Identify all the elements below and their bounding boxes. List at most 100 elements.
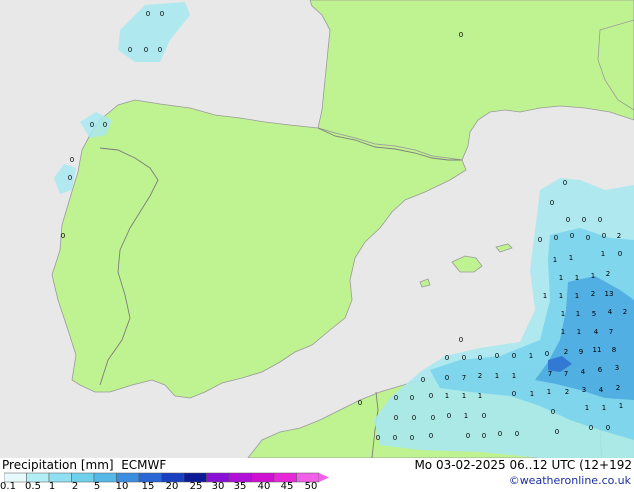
point-value: 0 <box>429 392 433 400</box>
point-value: 3 <box>582 386 586 394</box>
point-value: 0 <box>478 354 482 362</box>
point-value: 1 <box>478 392 482 400</box>
point-value: 2 <box>591 290 595 298</box>
point-value: 0 <box>498 430 502 438</box>
point-value: 5 <box>592 310 596 318</box>
legend-tick-label: 50 <box>304 481 318 492</box>
point-value: 0 <box>376 434 380 442</box>
point-value: 0 <box>144 46 148 54</box>
point-value: 6 <box>598 366 603 374</box>
legend-tick-label: 0.5 <box>25 481 41 492</box>
map-footer: Precipitation [mm] ECMWF Mo 03-02-2025 0… <box>0 458 634 492</box>
point-value: 2 <box>623 308 627 316</box>
point-value: 1 <box>553 256 557 264</box>
point-value: 0 <box>602 232 606 240</box>
point-value: 0 <box>445 374 449 382</box>
point-value: 1 <box>561 310 565 318</box>
point-value: 2 <box>616 384 620 392</box>
point-value: 0 <box>410 434 414 442</box>
legend-tick-label: 5 <box>93 481 101 492</box>
point-value: 8 <box>612 346 616 354</box>
point-value: 0 <box>512 390 516 398</box>
point-value: 1 <box>585 404 589 412</box>
point-value: 0 <box>429 432 433 440</box>
point-value: 0 <box>538 236 542 244</box>
legend-tick-label: 45 <box>280 481 294 492</box>
point-value: 1 <box>530 390 534 398</box>
point-value: 4 <box>594 328 599 336</box>
point-value: 0 <box>482 412 486 420</box>
point-value: 1 <box>559 292 563 300</box>
legend-tick-label: 0.1 <box>0 481 16 492</box>
point-value: 7 <box>462 374 466 382</box>
legend-tick-label: 10 <box>115 481 129 492</box>
point-value: 0 <box>103 121 107 129</box>
point-value: 1 <box>619 402 623 410</box>
legend-tick-label: 20 <box>165 481 179 492</box>
point-value: 4 <box>581 368 586 376</box>
point-value: 0 <box>550 199 554 207</box>
point-value: 0 <box>606 424 610 432</box>
point-value: 1 <box>575 274 579 282</box>
point-value: 1 <box>561 328 565 336</box>
point-value: 0 <box>421 376 425 384</box>
point-value: 1 <box>512 372 516 380</box>
point-value: 0 <box>551 408 555 416</box>
point-value: 0 <box>393 434 397 442</box>
point-value: 0 <box>512 352 516 360</box>
legend-tick-label: 1 <box>48 481 56 492</box>
point-value: 0 <box>462 354 466 362</box>
point-value: 1 <box>464 412 468 420</box>
legend-tick-label: 40 <box>257 481 271 492</box>
point-value: 1 <box>445 392 449 400</box>
point-value: 2 <box>478 372 482 380</box>
point-value: 0 <box>90 121 94 129</box>
point-value: 0 <box>431 414 435 422</box>
point-value: 4 <box>599 386 604 394</box>
point-value: 7 <box>609 328 613 336</box>
point-value: 0 <box>68 174 72 182</box>
point-value: 0 <box>410 394 414 402</box>
point-value: 1 <box>547 388 551 396</box>
point-value: 9 <box>579 348 583 356</box>
point-value: 1 <box>495 372 499 380</box>
point-value: 2 <box>606 270 610 278</box>
point-value: 0 <box>412 414 416 422</box>
point-value: 0 <box>394 394 398 402</box>
point-value: 0 <box>158 46 162 54</box>
point-value: 1 <box>569 254 573 262</box>
point-value: 1 <box>576 310 580 318</box>
point-value: 1 <box>529 352 533 360</box>
point-value: 1 <box>577 328 581 336</box>
precipitation-map: 0 00 0 00 00000000 0 00 0 0 0 0 21 1 1 01 1 1 21 1 1 2 131 1 5 4… <box>0 0 634 458</box>
legend-tick-label: 30 <box>211 481 225 492</box>
point-value: 1 <box>543 292 547 300</box>
point-value: 0 <box>589 424 593 432</box>
point-value: 1 <box>462 392 466 400</box>
point-value: 0 <box>586 234 590 242</box>
credit-link[interactable]: ©weatheronline.co.uk <box>509 474 631 487</box>
point-value: 0 <box>459 31 463 39</box>
point-value: 0 <box>555 428 559 436</box>
valid-time: Mo 03-02-2025 06..12 UTC (12+192 <box>414 458 632 472</box>
point-value: 0 <box>394 414 398 422</box>
point-value: 0 <box>459 336 463 344</box>
legend-tick-label: 25 <box>189 481 203 492</box>
point-value: 0 <box>495 352 499 360</box>
point-value: 0 <box>515 430 519 438</box>
point-value: 1 <box>591 272 595 280</box>
point-value: 2 <box>617 232 621 240</box>
point-value: 0 <box>618 250 622 258</box>
map-title: Precipitation [mm] ECMWF <box>2 458 167 472</box>
point-value: 0 <box>598 216 602 224</box>
point-value: 1 <box>559 274 563 282</box>
point-value: 0 <box>146 10 150 18</box>
point-value: 0 <box>570 232 574 240</box>
point-value: 0 <box>447 412 451 420</box>
point-value: 7 <box>564 370 568 378</box>
legend-tick-label: 35 <box>233 481 247 492</box>
legend-tick-label: 15 <box>141 481 155 492</box>
point-value: 0 <box>445 354 449 362</box>
point-value: 0 <box>582 216 586 224</box>
point-value: 0 <box>554 234 558 242</box>
